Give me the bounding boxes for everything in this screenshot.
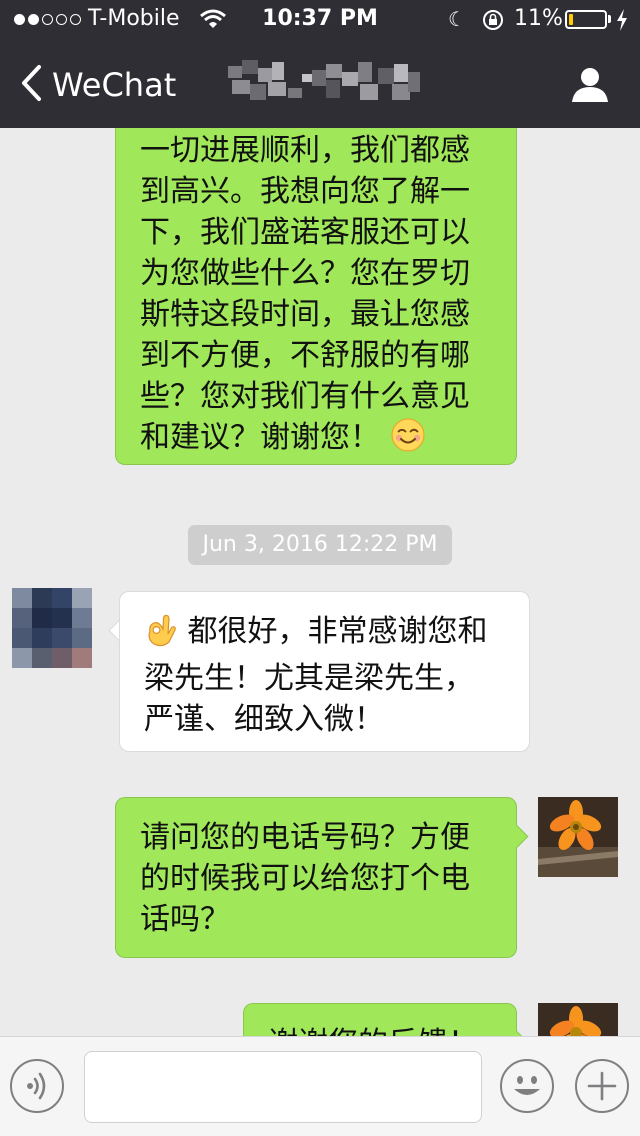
battery-nub: [608, 15, 611, 23]
contact-avatar[interactable]: [12, 588, 92, 668]
back-button[interactable]: WeChat: [20, 64, 176, 106]
message-bubble-outgoing[interactable]: 谢谢您的反馈！: [243, 1003, 517, 1036]
back-label: WeChat: [52, 66, 177, 104]
smiling-face-emoji: [390, 417, 426, 464]
message-bubble-outgoing[interactable]: 一切进展顺利，我们都感 到高兴。我想向您了解一 下，我们盛诺客服还可以 为您做些…: [115, 128, 517, 465]
contact-profile-icon: [570, 68, 610, 108]
message-line: 下，我们盛诺客服还可以: [140, 215, 470, 250]
message-line: 的时候我可以给您打个电: [140, 861, 470, 896]
message-line: 请问您的电话号码？方便: [140, 820, 470, 855]
battery-level-fill: [569, 14, 573, 25]
message-bubble-outgoing[interactable]: 请问您的电话号码？方便 的时候我可以给您打个电 话吗？: [115, 797, 517, 958]
message-line-text: 都很好，非常感谢您和: [187, 614, 488, 649]
timestamp-divider: Jun 3, 2016 12:22 PM: [188, 525, 452, 565]
moon-icon: ☾: [448, 7, 466, 31]
message-line: 斯特这段时间，最让您感: [140, 297, 470, 332]
message-line: 话吗？: [140, 902, 230, 937]
message-line: 一切进展顺利，我们都感: [140, 133, 470, 168]
message-line: 些？您对我们有什么意见: [140, 379, 470, 414]
message-line: 谢谢您的反馈！: [268, 1023, 494, 1036]
message-line: 为您做些什么？您在罗切: [140, 256, 470, 291]
emoji-button[interactable]: [500, 1059, 554, 1113]
status-bar: T-Mobile 10:37 PM ☾ 11%: [0, 0, 640, 40]
battery-icon: [565, 10, 607, 29]
chevron-left-icon: [20, 64, 42, 106]
message-line-last: 和建议？谢谢您！: [140, 417, 494, 464]
more-options-button[interactable]: [575, 1059, 629, 1113]
ok-hand-emoji: [144, 611, 178, 658]
message-line: 严谨、细致入微！: [144, 702, 384, 737]
my-avatar[interactable]: [538, 797, 618, 877]
battery-percent: 11%: [514, 6, 563, 31]
voice-input-button[interactable]: [10, 1059, 64, 1113]
message-line-first: 都很好，非常感谢您和: [144, 611, 507, 658]
message-line-text: 和建议？谢谢您！: [140, 420, 380, 455]
message-line: 到不方便，不舒服的有哪: [140, 338, 470, 373]
message-input-bar: [0, 1036, 640, 1136]
charging-bolt-icon: [616, 9, 628, 37]
message-line: 到高兴。我想向您了解一: [140, 174, 470, 209]
message-line: 梁先生！尤其是梁先生，: [144, 661, 474, 696]
chat-message-list[interactable]: 一切进展顺利，我们都感 到高兴。我想向您了解一 下，我们盛诺客服还可以 为您做些…: [0, 128, 640, 1036]
message-bubble-incoming[interactable]: 都很好，非常感谢您和 梁先生！尤其是梁先生， 严谨、细致入微！: [119, 591, 530, 752]
rotation-lock-icon: [481, 8, 505, 38]
navigation-header: T-Mobile 10:37 PM ☾ 11% WeChat: [0, 0, 640, 128]
message-text-input[interactable]: [84, 1051, 482, 1123]
chat-title-pixelated: [228, 60, 420, 106]
contact-profile-button[interactable]: [570, 66, 610, 108]
my-avatar[interactable]: [538, 1003, 618, 1036]
